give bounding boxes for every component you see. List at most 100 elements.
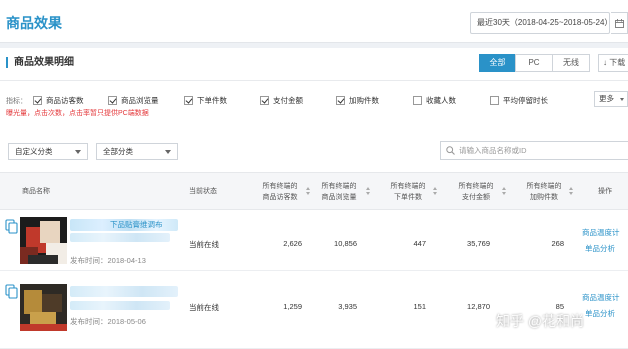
views-cell: 10,856 bbox=[334, 239, 357, 248]
calendar-icon bbox=[615, 19, 624, 28]
header-line: 商品浏览量 bbox=[321, 194, 357, 201]
header-line: 支付金额 bbox=[462, 194, 490, 201]
product-effect-panel: 商品效果明细 全部 PC 无线 ↓ 下载 指标： 商品访客数 商品浏览量 下单件… bbox=[0, 48, 628, 349]
checkbox-label: 支付金额 bbox=[273, 95, 303, 105]
cart-cell: 85 bbox=[555, 302, 564, 311]
pay-cell: 12,870 bbox=[467, 302, 490, 311]
status-cell: 当前在线 bbox=[189, 303, 219, 312]
indicator-cart-checkbox[interactable]: 加购件数 bbox=[336, 94, 379, 106]
indicator-views-checkbox[interactable]: 商品浏览量 bbox=[108, 94, 159, 106]
more-dropdown[interactable]: 更多 bbox=[594, 91, 628, 107]
indicator-visitors-checkbox[interactable]: 商品访客数 bbox=[33, 94, 84, 106]
chevron-down-icon bbox=[620, 98, 624, 101]
col-orders[interactable]: 所有终端的 下单件数 bbox=[384, 181, 432, 203]
checkbox-icon bbox=[336, 95, 345, 105]
copy-icon[interactable] bbox=[5, 219, 18, 234]
checkbox-icon bbox=[260, 95, 269, 105]
select-value: 自定义分类 bbox=[15, 147, 53, 156]
segment-mobile[interactable]: 无线 bbox=[552, 54, 590, 72]
checkbox-label: 收藏人数 bbox=[426, 95, 456, 105]
checkbox-icon bbox=[33, 95, 42, 105]
checkbox-label: 下单件数 bbox=[197, 95, 227, 105]
all-category-select[interactable]: 全部分类 bbox=[96, 143, 178, 160]
indicator-pay-checkbox[interactable]: 支付金额 bbox=[260, 94, 303, 106]
col-visitors[interactable]: 所有终端的商品访客数 bbox=[256, 181, 304, 203]
col-cart[interactable]: 所有终端的 加购件数 bbox=[520, 181, 568, 203]
custom-category-select[interactable]: 自定义分类 bbox=[8, 143, 88, 160]
download-button[interactable]: ↓ 下载 bbox=[598, 54, 628, 72]
header-line: 所有终端的 bbox=[321, 183, 357, 190]
header-line: 所有终端的 bbox=[390, 183, 426, 190]
status-cell: 当前在线 bbox=[189, 240, 219, 249]
product-name-blurred bbox=[70, 233, 170, 242]
product-thumbnail[interactable] bbox=[20, 217, 67, 264]
product-search-input[interactable]: 请输入商品名称或ID bbox=[440, 141, 628, 160]
checkbox-label: 商品访客数 bbox=[46, 95, 84, 105]
page-title: 商品效果 bbox=[6, 15, 62, 31]
copy-icon[interactable] bbox=[5, 284, 18, 299]
col-operations: 操作 bbox=[598, 188, 612, 195]
sort-icon[interactable] bbox=[433, 187, 438, 196]
product-name-blurred[interactable] bbox=[70, 286, 178, 297]
pc-only-hint: 曝光量，点击次数，点击率暂只提供PC端数据 bbox=[6, 110, 149, 117]
section-title: 商品效果明细 bbox=[6, 57, 74, 68]
single-analysis-link[interactable]: 单品分析 bbox=[585, 308, 615, 319]
cart-cell: 268 bbox=[551, 239, 564, 248]
single-analysis-link[interactable]: 单品分析 bbox=[585, 243, 615, 254]
visitors-cell: 1,259 bbox=[283, 302, 302, 311]
indicator-label: 指标： bbox=[6, 98, 27, 105]
search-icon bbox=[446, 146, 455, 155]
sort-icon[interactable] bbox=[502, 187, 507, 196]
watermark: 知乎 @花和尚 bbox=[496, 313, 585, 329]
publish-date: 发布时间：2018-05-06 bbox=[70, 317, 146, 326]
header-line: 所有终端的 bbox=[458, 183, 494, 190]
divider bbox=[0, 80, 628, 81]
table-header: 商品名称 当前状态 所有终端的商品访客数 所有终端的商品浏览量 所有终端的下单件… bbox=[0, 172, 628, 210]
checkbox-icon bbox=[108, 95, 117, 105]
col-status: 当前状态 bbox=[189, 188, 217, 195]
publish-date: 发布时间：2018-04-13 bbox=[70, 256, 146, 265]
orders-cell: 447 bbox=[413, 239, 426, 248]
visitors-cell: 2,626 bbox=[283, 239, 302, 248]
checkbox-icon bbox=[490, 95, 499, 105]
thermometer-link[interactable]: 商品温度计 bbox=[582, 292, 620, 303]
segment-pc[interactable]: PC bbox=[515, 54, 553, 72]
indicator-stay-time-checkbox[interactable]: 平均停留时长 bbox=[490, 94, 548, 106]
pay-cell: 35,769 bbox=[467, 239, 490, 248]
select-value: 全部分类 bbox=[103, 147, 133, 156]
header-line: 商品访客数 bbox=[262, 194, 298, 201]
table-row: 下品贴膏维调布 发布时间：2018-04-13 当前在线 2,626 10,85… bbox=[0, 211, 628, 271]
col-pay-amount[interactable]: 所有终端的 支付金额 bbox=[452, 181, 500, 203]
checkbox-label: 平均停留时长 bbox=[503, 95, 548, 105]
header-line: 加购件数 bbox=[530, 194, 558, 201]
sort-icon[interactable] bbox=[366, 187, 371, 196]
sort-icon[interactable] bbox=[306, 187, 311, 196]
col-product-name: 商品名称 bbox=[22, 188, 50, 195]
product-thumbnail[interactable] bbox=[20, 284, 67, 331]
checkbox-label: 商品浏览量 bbox=[121, 95, 159, 105]
views-cell: 3,935 bbox=[338, 302, 357, 311]
product-name-link[interactable]: 下品贴膏维调布 bbox=[70, 219, 178, 231]
sort-icon[interactable] bbox=[569, 187, 574, 196]
product-name-blurred bbox=[70, 301, 170, 310]
segment-all[interactable]: 全部 bbox=[479, 54, 516, 72]
checkbox-icon bbox=[413, 95, 422, 105]
indicator-orders-checkbox[interactable]: 下单件数 bbox=[184, 94, 227, 106]
checkbox-icon bbox=[184, 95, 193, 105]
thermometer-link[interactable]: 商品温度计 bbox=[582, 227, 620, 238]
chevron-down-icon bbox=[165, 150, 171, 154]
indicator-favorites-checkbox[interactable]: 收藏人数 bbox=[413, 94, 456, 106]
col-views[interactable]: 所有终端的商品浏览量 bbox=[314, 181, 364, 203]
orders-cell: 151 bbox=[413, 302, 426, 311]
chevron-down-icon bbox=[75, 150, 81, 154]
more-label: 更多 bbox=[599, 94, 614, 103]
header-line: 所有终端的 bbox=[526, 183, 562, 190]
download-label: 下载 bbox=[609, 58, 626, 67]
calendar-button[interactable] bbox=[611, 12, 628, 34]
header-line: 下单件数 bbox=[394, 194, 422, 201]
header-line: 所有终端的 bbox=[262, 183, 298, 190]
checkbox-label: 加购件数 bbox=[349, 95, 379, 105]
search-placeholder: 请输入商品名称或ID bbox=[459, 146, 527, 155]
date-range-picker[interactable]: 最近30天（2018-04-25~2018-05-24） bbox=[470, 12, 610, 34]
top-bar: 商品效果 最近30天（2018-04-25~2018-05-24） bbox=[0, 0, 628, 43]
